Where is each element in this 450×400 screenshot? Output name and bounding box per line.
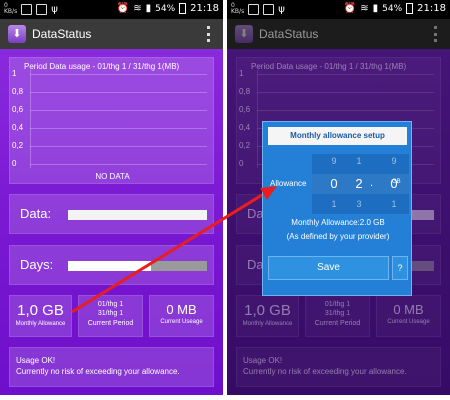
annotation-arrow <box>71 186 277 314</box>
annotation-arrow-head <box>260 186 277 200</box>
annotation-arrow-line <box>71 193 263 314</box>
